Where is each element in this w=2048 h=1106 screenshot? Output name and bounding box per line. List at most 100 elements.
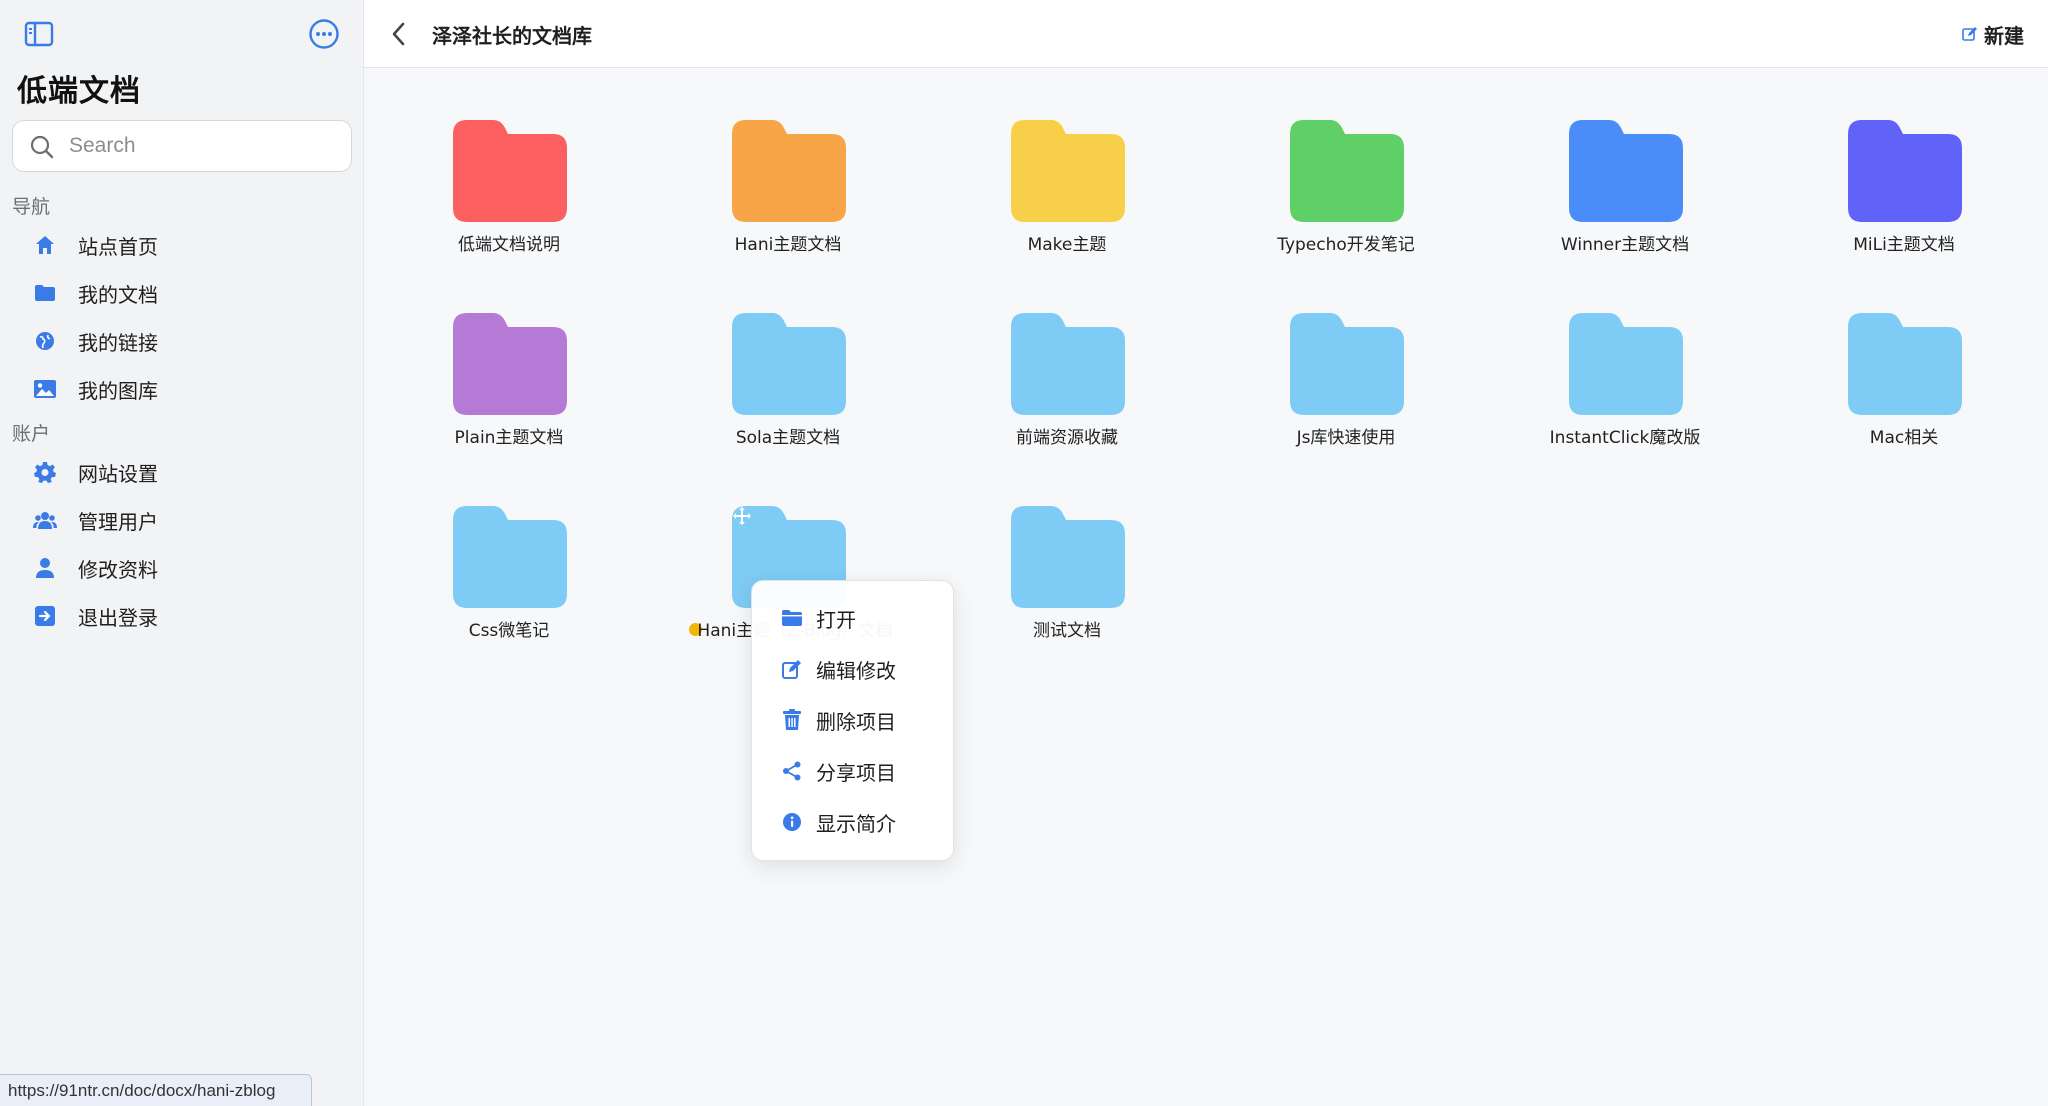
folder-item[interactable]: Make主题: [947, 68, 1187, 255]
menu-item-label: 打开: [816, 607, 856, 632]
search-box[interactable]: [12, 120, 352, 172]
folder-label: Typecho开发笔记: [1277, 235, 1415, 255]
back-button[interactable]: [386, 20, 414, 48]
nav-section-label: 导航: [12, 196, 51, 218]
folder-icon: [1569, 313, 1683, 415]
folder-item[interactable]: Hani主题文档: [668, 68, 908, 255]
globe-icon: [30, 326, 60, 356]
status-bar-url: https://91ntr.cn/doc/docx/hani-zblog: [0, 1074, 312, 1106]
page-title: 泽泽社长的文档库: [432, 24, 592, 48]
folder-icon: [1011, 506, 1125, 608]
menu-item-share[interactable]: 分享项目: [752, 747, 955, 795]
menu-item-label: 删除项目: [816, 709, 896, 734]
folder-label: 测试文档: [1033, 621, 1101, 641]
sidebar-item-label: 我的文档: [78, 282, 158, 307]
folder-item[interactable]: Plain主题文档: [389, 261, 629, 448]
sidebar-item-manage-users[interactable]: 管理用户: [20, 500, 350, 540]
sidebar-item-label: 我的链接: [78, 330, 158, 355]
folder-label: Mac相关: [1869, 428, 1939, 448]
folder-item[interactable]: Mac相关: [1784, 261, 2024, 448]
folder-label: MiLi主题文档: [1853, 235, 1955, 255]
folder-label: InstantClick魔改版: [1549, 428, 1701, 448]
folder-icon: [1848, 120, 1962, 222]
search-icon: [30, 135, 54, 159]
search-input[interactable]: [69, 131, 339, 161]
edit-icon: [1962, 27, 1977, 41]
info-icon: [780, 810, 804, 834]
menu-item-delete[interactable]: 删除项目: [752, 696, 955, 744]
folder-label: Plain主题文档: [454, 428, 564, 448]
logout-icon: [30, 601, 60, 631]
folder-icon: [1011, 313, 1125, 415]
menu-item-label: 编辑修改: [816, 658, 896, 683]
folder-label: Css微笔记: [468, 621, 550, 641]
folder-label: Winner主题文档: [1560, 235, 1690, 255]
folder-label: Js库快速使用: [1296, 428, 1396, 448]
sidebar-item-label: 管理用户: [78, 509, 158, 534]
folder-item[interactable]: Sola主题文档: [668, 261, 908, 448]
folder-item[interactable]: Winner主题文档: [1505, 68, 1745, 255]
folder-icon: [1290, 120, 1404, 222]
folder-item[interactable]: 前端资源收藏: [947, 261, 1187, 448]
folder-icon: [1290, 313, 1404, 415]
folder-icon: [732, 120, 846, 222]
folder-item[interactable]: 低端文档说明: [389, 68, 629, 255]
folder-icon: [732, 313, 846, 415]
sidebar-item-edit-profile[interactable]: 修改资料: [20, 548, 350, 588]
folder-label: Hani主题文档: [734, 235, 842, 255]
menu-item-info[interactable]: 显示简介: [752, 798, 955, 846]
image-icon: [30, 374, 60, 404]
sidebar-item-site-settings[interactable]: 网站设置: [20, 452, 350, 492]
folder-item[interactable]: InstantClick魔改版: [1505, 261, 1745, 448]
folder-item[interactable]: MiLi主题文档: [1784, 68, 2024, 255]
chevron-left-icon: [392, 22, 405, 46]
folder-icon: [30, 278, 60, 308]
sidebar-item-logout[interactable]: 退出登录: [20, 596, 350, 636]
top-header: 泽泽社长的文档库 新建: [364, 0, 2048, 68]
sidebar-item-label: 退出登录: [78, 605, 158, 630]
folder-open-icon: [780, 606, 804, 630]
folder-icon: [1848, 313, 1962, 415]
folder-item[interactable]: 测试文档: [947, 454, 1187, 641]
gear-icon: [30, 457, 60, 487]
menu-item-label: 分享项目: [816, 760, 896, 785]
more-options-icon[interactable]: [308, 18, 340, 50]
account-section-label: 账户: [12, 423, 51, 445]
sidebar-item-my-docs[interactable]: 我的文档: [20, 273, 350, 313]
sidebar-item-my-gallery[interactable]: 我的图库: [20, 369, 350, 409]
menu-item-open[interactable]: 打开: [752, 594, 955, 642]
sidebar-toggle-icon[interactable]: [24, 20, 54, 48]
folder-icon: [453, 506, 567, 608]
context-menu: 打开 编辑修改 删除项目 分享项目 显示简介: [751, 580, 954, 861]
sidebar-item-label: 网站设置: [78, 461, 158, 486]
folder-icon: [1011, 120, 1125, 222]
home-icon: [30, 230, 60, 260]
sidebar-item-my-links[interactable]: 我的链接: [20, 321, 350, 361]
folder-item[interactable]: Typecho开发笔记: [1226, 68, 1466, 255]
folder-label: 低端文档说明: [458, 235, 560, 255]
sidebar-item-label: 修改资料: [78, 557, 158, 582]
folder-label: 前端资源收藏: [1016, 428, 1118, 448]
app-title: 低端文档: [17, 74, 141, 109]
sidebar: 低端文档 导航 站点首页 我的文档 我的链接 我的图库 账户: [0, 0, 364, 1106]
folder-icon: [453, 313, 567, 415]
menu-item-edit[interactable]: 编辑修改: [752, 645, 955, 693]
menu-item-label: 显示简介: [816, 811, 896, 836]
user-icon: [30, 553, 60, 583]
trash-icon: [780, 708, 804, 732]
new-button[interactable]: 新建: [1962, 20, 2024, 48]
sidebar-item-home[interactable]: 站点首页: [20, 225, 350, 265]
folder-label: Make主题: [1027, 235, 1107, 255]
sidebar-item-label: 站点首页: [78, 234, 158, 259]
folder-grid: 低端文档说明 Hani主题文档 Make主题 Typecho开发笔记 Winne…: [364, 68, 2048, 1074]
new-button-label: 新建: [1984, 23, 2024, 48]
share-icon: [780, 759, 804, 783]
users-icon: [30, 505, 60, 535]
edit-icon: [780, 657, 804, 681]
folder-icon: [453, 120, 567, 222]
folder-label: Sola主题文档: [735, 428, 841, 448]
sidebar-item-label: 我的图库: [78, 378, 158, 403]
folder-item[interactable]: Css微笔记: [389, 454, 629, 641]
folder-item[interactable]: Js库快速使用: [1226, 261, 1466, 448]
move-icon[interactable]: [732, 506, 752, 526]
